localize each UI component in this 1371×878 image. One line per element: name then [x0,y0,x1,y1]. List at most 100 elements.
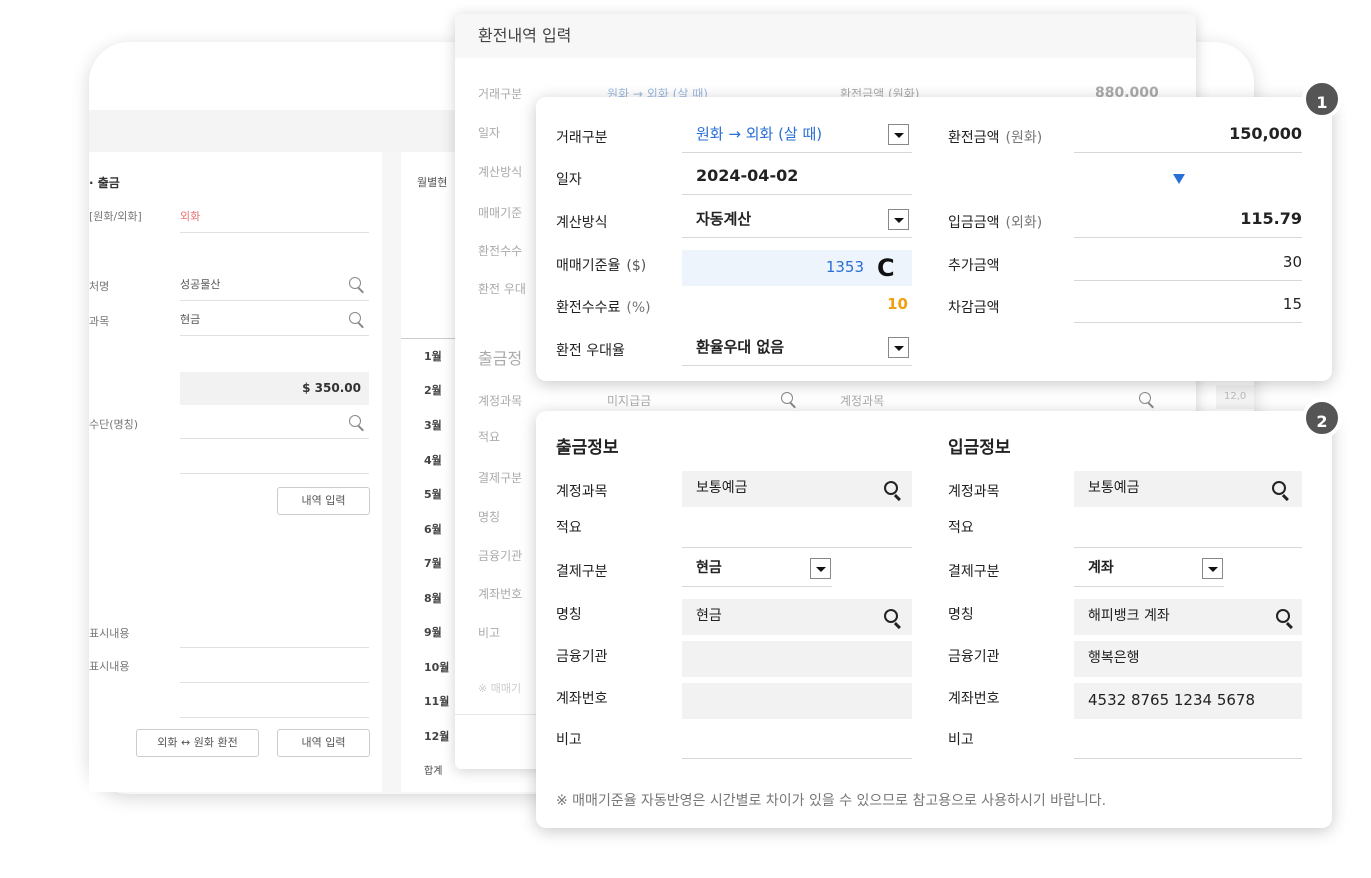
withdraw-name-field[interactable]: 현금 [682,599,912,635]
currency-type-field[interactable]: 외화 [180,200,369,233]
chevron-down-icon[interactable] [810,558,831,579]
add-amount-field[interactable]: 30 [1074,245,1302,281]
row-label: 적요 [478,430,501,444]
search-icon[interactable] [1276,609,1290,623]
method-label: 수단(명칭) [89,418,139,431]
withdraw-account-label: 계정과목 [556,484,608,500]
preference-label: 환전 우대율 [556,343,625,359]
search-icon[interactable] [349,312,361,324]
withdraw-summary-panel: · 출금 [원화/외화] 외화 처명 성공물산 과목 현금 $ 350.00 수… [89,152,382,792]
client-name-field[interactable]: 성공물산 [180,268,369,301]
method-field[interactable] [180,406,369,439]
withdraw-name-value: 현금 [696,608,722,624]
display-field-3[interactable] [180,685,369,718]
month-label: 5월 [424,488,442,501]
subject-field[interactable]: 현금 [180,303,369,336]
row-label: 일자 [478,126,501,140]
base-rate-label: 매매기준율 ($) [556,255,646,275]
chevron-down-icon[interactable] [888,209,909,230]
monthly-header: 월별현 [417,176,448,189]
divider [401,338,461,339]
date-field[interactable]: 2024-04-02 [682,159,912,195]
withdraw-memo-field[interactable] [682,512,912,548]
month-label: 6월 [424,523,442,536]
disclaimer-note: ※ 매매기준율 자동반영은 시간별로 차이가 있을 수 있으므로 참고용으로 사… [556,793,1107,809]
deposit-amount-label-text: 입금금액 [948,215,1000,231]
exchange-calculation-card: 거래구분 원화 → 외화 (살 때) 일자 2024-04-02 계산방식 자동… [536,97,1332,381]
account-info-card: 출금정보 계정과목 보통예금 적요 결제구분 현금 명칭 현금 금융기관 계좌번… [536,411,1332,828]
deposit-memo-label: 적요 [948,520,974,536]
subject-label: 과목 [89,315,110,328]
fee-label: 환전수수료 (%) [556,297,651,317]
row-label: 계정과목 [478,394,523,408]
withdraw-acct-no-label: 계좌번호 [556,691,608,707]
search-icon[interactable] [781,392,793,404]
withdraw-memo-label: 적요 [556,520,582,536]
month-label: 8월 [424,592,442,605]
amount-value: $ 350.00 [302,381,361,395]
preference-select[interactable]: 환율우대 없음 [682,330,912,366]
deposit-amount-unit: (외화) [1005,215,1043,231]
window-title: 환전내역 입력 [455,14,1196,58]
section-title: 출금정 [478,349,523,368]
display-field-1[interactable] [180,615,369,648]
client-name-value: 성공물산 [180,278,221,291]
chevron-down-icon[interactable] [888,337,909,358]
row-label: 계산방식 [478,165,523,179]
chevron-down-icon[interactable] [1202,558,1223,579]
withdraw-bank-label: 금융기관 [556,649,608,665]
withdraw-bank-field[interactable] [682,641,912,677]
display-field-2[interactable] [180,650,369,683]
base-rate-label-text: 매매기준율 [556,258,621,274]
withdraw-remark-field[interactable] [682,723,912,759]
entry-button[interactable]: 내역 입력 [277,487,370,515]
exchange-amount-field[interactable]: 150,000 [1074,117,1302,153]
deposit-remark-field[interactable] [1074,723,1302,759]
deposit-pay-label: 결제구분 [948,564,1000,580]
step-badge-1: 1 [1302,79,1342,119]
deposit-name-value: 해피뱅크 계좌 [1088,608,1170,624]
deposit-section-title: 입금정보 [948,438,1011,458]
withdraw-acct-no-field[interactable] [682,683,912,719]
entry-button-2[interactable]: 내역 입력 [277,729,370,757]
row-label: 명칭 [478,510,501,524]
subject-value: 현금 [180,313,201,326]
refresh-icon[interactable]: C [877,256,895,280]
withdraw-section-title: 출금정보 [556,438,619,458]
deposit-acct-no-field[interactable]: 4532 8765 1234 5678 [1074,683,1302,719]
search-icon[interactable] [1139,392,1151,404]
blank-field[interactable] [180,441,369,474]
deposit-pay-select[interactable]: 계좌 [1074,551,1224,587]
trade-type-select[interactable]: 원화 → 외화 (살 때) [682,117,912,153]
currency-type-label: [원화/외화] [89,210,142,223]
deposit-memo-field[interactable] [1074,512,1302,548]
withdraw-account-field[interactable]: 보통예금 [682,471,912,507]
exchange-button[interactable]: 외화 ↔ 원화 환전 [136,729,259,757]
panel-title: · 출금 [89,176,120,190]
preference-value: 환율우대 없음 [696,338,785,356]
account-value: 미지급금 [607,394,652,408]
search-icon[interactable] [884,481,898,495]
deposit-amount-field[interactable]: 115.79 [1074,202,1302,238]
deposit-name-field[interactable]: 해피뱅크 계좌 [1074,599,1302,635]
date-label: 일자 [556,172,582,188]
withdraw-name-label: 명칭 [556,607,582,623]
deposit-account-field[interactable]: 보통예금 [1074,471,1302,507]
trade-type-value: 원화 → 외화 (살 때) [696,125,823,143]
search-icon[interactable] [884,609,898,623]
client-name-label: 처명 [89,280,110,293]
account-label-right: 계정과목 [840,394,885,408]
search-icon[interactable] [349,277,361,289]
search-icon[interactable] [349,415,361,427]
deposit-bank-field[interactable]: 행복은행 [1074,641,1302,677]
base-rate-unit: ($) [626,258,647,274]
row-label: 금융기관 [478,549,523,563]
deduct-amount-field[interactable]: 15 [1074,287,1302,323]
search-icon[interactable] [1272,481,1286,495]
step-badge-2: 2 [1302,398,1342,438]
row-label: 매매기준 [478,206,523,220]
fee-field[interactable]: 10 [682,287,912,323]
chevron-down-icon[interactable] [888,124,909,145]
withdraw-pay-select[interactable]: 현금 [682,551,832,587]
calc-method-select[interactable]: 자동계산 [682,202,912,238]
